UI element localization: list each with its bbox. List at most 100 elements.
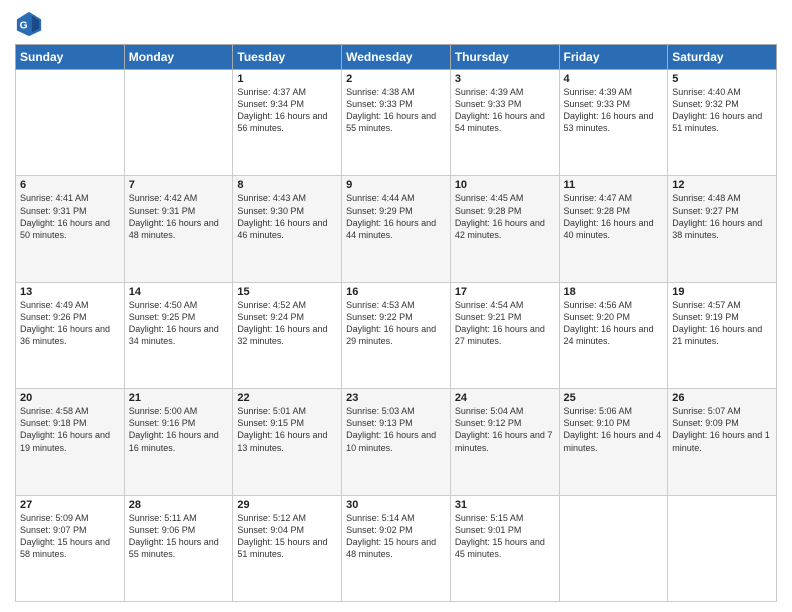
week-row-3: 13Sunrise: 4:49 AM Sunset: 9:26 PM Dayli… (16, 282, 777, 388)
day-info: Sunrise: 4:39 AM Sunset: 9:33 PM Dayligh… (564, 86, 664, 135)
day-cell (16, 70, 125, 176)
day-cell: 7Sunrise: 4:42 AM Sunset: 9:31 PM Daylig… (124, 176, 233, 282)
day-info: Sunrise: 4:54 AM Sunset: 9:21 PM Dayligh… (455, 299, 555, 348)
weekday-header-saturday: Saturday (668, 45, 777, 70)
day-cell: 17Sunrise: 4:54 AM Sunset: 9:21 PM Dayli… (450, 282, 559, 388)
day-cell: 5Sunrise: 4:40 AM Sunset: 9:32 PM Daylig… (668, 70, 777, 176)
day-info: Sunrise: 4:43 AM Sunset: 9:30 PM Dayligh… (237, 192, 337, 241)
day-info: Sunrise: 4:44 AM Sunset: 9:29 PM Dayligh… (346, 192, 446, 241)
day-cell: 22Sunrise: 5:01 AM Sunset: 9:15 PM Dayli… (233, 389, 342, 495)
calendar-table: SundayMondayTuesdayWednesdayThursdayFrid… (15, 44, 777, 602)
day-number: 18 (564, 286, 664, 298)
day-info: Sunrise: 5:12 AM Sunset: 9:04 PM Dayligh… (237, 512, 337, 561)
logo: G (15, 10, 47, 38)
day-number: 7 (129, 179, 229, 191)
weekday-header-monday: Monday (124, 45, 233, 70)
weekday-header-sunday: Sunday (16, 45, 125, 70)
day-number: 28 (129, 499, 229, 511)
day-info: Sunrise: 5:03 AM Sunset: 9:13 PM Dayligh… (346, 405, 446, 454)
day-number: 13 (20, 286, 120, 298)
day-cell: 1Sunrise: 4:37 AM Sunset: 9:34 PM Daylig… (233, 70, 342, 176)
day-cell: 15Sunrise: 4:52 AM Sunset: 9:24 PM Dayli… (233, 282, 342, 388)
day-info: Sunrise: 4:37 AM Sunset: 9:34 PM Dayligh… (237, 86, 337, 135)
day-number: 23 (346, 392, 446, 404)
day-number: 2 (346, 73, 446, 85)
day-number: 31 (455, 499, 555, 511)
weekday-header-friday: Friday (559, 45, 668, 70)
day-number: 9 (346, 179, 446, 191)
day-number: 6 (20, 179, 120, 191)
day-number: 12 (672, 179, 772, 191)
logo-icon: G (15, 10, 43, 38)
svg-text:G: G (20, 21, 28, 32)
day-info: Sunrise: 5:01 AM Sunset: 9:15 PM Dayligh… (237, 405, 337, 454)
day-cell: 23Sunrise: 5:03 AM Sunset: 9:13 PM Dayli… (342, 389, 451, 495)
week-row-1: 1Sunrise: 4:37 AM Sunset: 9:34 PM Daylig… (16, 70, 777, 176)
day-info: Sunrise: 5:11 AM Sunset: 9:06 PM Dayligh… (129, 512, 229, 561)
day-cell: 10Sunrise: 4:45 AM Sunset: 9:28 PM Dayli… (450, 176, 559, 282)
day-number: 21 (129, 392, 229, 404)
day-info: Sunrise: 4:48 AM Sunset: 9:27 PM Dayligh… (672, 192, 772, 241)
day-cell: 21Sunrise: 5:00 AM Sunset: 9:16 PM Dayli… (124, 389, 233, 495)
day-cell: 20Sunrise: 4:58 AM Sunset: 9:18 PM Dayli… (16, 389, 125, 495)
day-info: Sunrise: 5:04 AM Sunset: 9:12 PM Dayligh… (455, 405, 555, 454)
day-info: Sunrise: 4:49 AM Sunset: 9:26 PM Dayligh… (20, 299, 120, 348)
day-cell: 29Sunrise: 5:12 AM Sunset: 9:04 PM Dayli… (233, 495, 342, 601)
day-cell: 2Sunrise: 4:38 AM Sunset: 9:33 PM Daylig… (342, 70, 451, 176)
day-info: Sunrise: 4:47 AM Sunset: 9:28 PM Dayligh… (564, 192, 664, 241)
day-number: 14 (129, 286, 229, 298)
day-info: Sunrise: 5:15 AM Sunset: 9:01 PM Dayligh… (455, 512, 555, 561)
day-number: 22 (237, 392, 337, 404)
day-cell: 18Sunrise: 4:56 AM Sunset: 9:20 PM Dayli… (559, 282, 668, 388)
day-number: 24 (455, 392, 555, 404)
day-cell: 13Sunrise: 4:49 AM Sunset: 9:26 PM Dayli… (16, 282, 125, 388)
day-number: 19 (672, 286, 772, 298)
day-cell: 8Sunrise: 4:43 AM Sunset: 9:30 PM Daylig… (233, 176, 342, 282)
day-number: 16 (346, 286, 446, 298)
day-cell: 9Sunrise: 4:44 AM Sunset: 9:29 PM Daylig… (342, 176, 451, 282)
day-info: Sunrise: 4:53 AM Sunset: 9:22 PM Dayligh… (346, 299, 446, 348)
day-number: 26 (672, 392, 772, 404)
day-number: 30 (346, 499, 446, 511)
day-cell: 27Sunrise: 5:09 AM Sunset: 9:07 PM Dayli… (16, 495, 125, 601)
day-cell: 28Sunrise: 5:11 AM Sunset: 9:06 PM Dayli… (124, 495, 233, 601)
day-number: 8 (237, 179, 337, 191)
day-cell: 14Sunrise: 4:50 AM Sunset: 9:25 PM Dayli… (124, 282, 233, 388)
week-row-4: 20Sunrise: 4:58 AM Sunset: 9:18 PM Dayli… (16, 389, 777, 495)
day-number: 3 (455, 73, 555, 85)
day-cell: 19Sunrise: 4:57 AM Sunset: 9:19 PM Dayli… (668, 282, 777, 388)
day-number: 27 (20, 499, 120, 511)
day-number: 25 (564, 392, 664, 404)
day-cell: 6Sunrise: 4:41 AM Sunset: 9:31 PM Daylig… (16, 176, 125, 282)
day-cell: 25Sunrise: 5:06 AM Sunset: 9:10 PM Dayli… (559, 389, 668, 495)
day-cell: 16Sunrise: 4:53 AM Sunset: 9:22 PM Dayli… (342, 282, 451, 388)
page: G SundayMondayTuesdayWednesdayThursdayFr… (0, 0, 792, 612)
day-info: Sunrise: 4:41 AM Sunset: 9:31 PM Dayligh… (20, 192, 120, 241)
day-cell: 30Sunrise: 5:14 AM Sunset: 9:02 PM Dayli… (342, 495, 451, 601)
week-row-5: 27Sunrise: 5:09 AM Sunset: 9:07 PM Dayli… (16, 495, 777, 601)
day-info: Sunrise: 4:58 AM Sunset: 9:18 PM Dayligh… (20, 405, 120, 454)
weekday-header-tuesday: Tuesday (233, 45, 342, 70)
day-number: 1 (237, 73, 337, 85)
header: G (15, 10, 777, 38)
day-info: Sunrise: 4:52 AM Sunset: 9:24 PM Dayligh… (237, 299, 337, 348)
day-info: Sunrise: 5:00 AM Sunset: 9:16 PM Dayligh… (129, 405, 229, 454)
day-cell: 26Sunrise: 5:07 AM Sunset: 9:09 PM Dayli… (668, 389, 777, 495)
week-row-2: 6Sunrise: 4:41 AM Sunset: 9:31 PM Daylig… (16, 176, 777, 282)
day-cell: 4Sunrise: 4:39 AM Sunset: 9:33 PM Daylig… (559, 70, 668, 176)
weekday-header-wednesday: Wednesday (342, 45, 451, 70)
day-info: Sunrise: 5:09 AM Sunset: 9:07 PM Dayligh… (20, 512, 120, 561)
day-info: Sunrise: 4:38 AM Sunset: 9:33 PM Dayligh… (346, 86, 446, 135)
day-cell (668, 495, 777, 601)
day-cell: 31Sunrise: 5:15 AM Sunset: 9:01 PM Dayli… (450, 495, 559, 601)
day-cell: 3Sunrise: 4:39 AM Sunset: 9:33 PM Daylig… (450, 70, 559, 176)
day-number: 15 (237, 286, 337, 298)
day-info: Sunrise: 4:50 AM Sunset: 9:25 PM Dayligh… (129, 299, 229, 348)
day-number: 20 (20, 392, 120, 404)
day-cell: 12Sunrise: 4:48 AM Sunset: 9:27 PM Dayli… (668, 176, 777, 282)
day-number: 5 (672, 73, 772, 85)
day-number: 11 (564, 179, 664, 191)
day-number: 10 (455, 179, 555, 191)
weekday-header-thursday: Thursday (450, 45, 559, 70)
day-number: 29 (237, 499, 337, 511)
